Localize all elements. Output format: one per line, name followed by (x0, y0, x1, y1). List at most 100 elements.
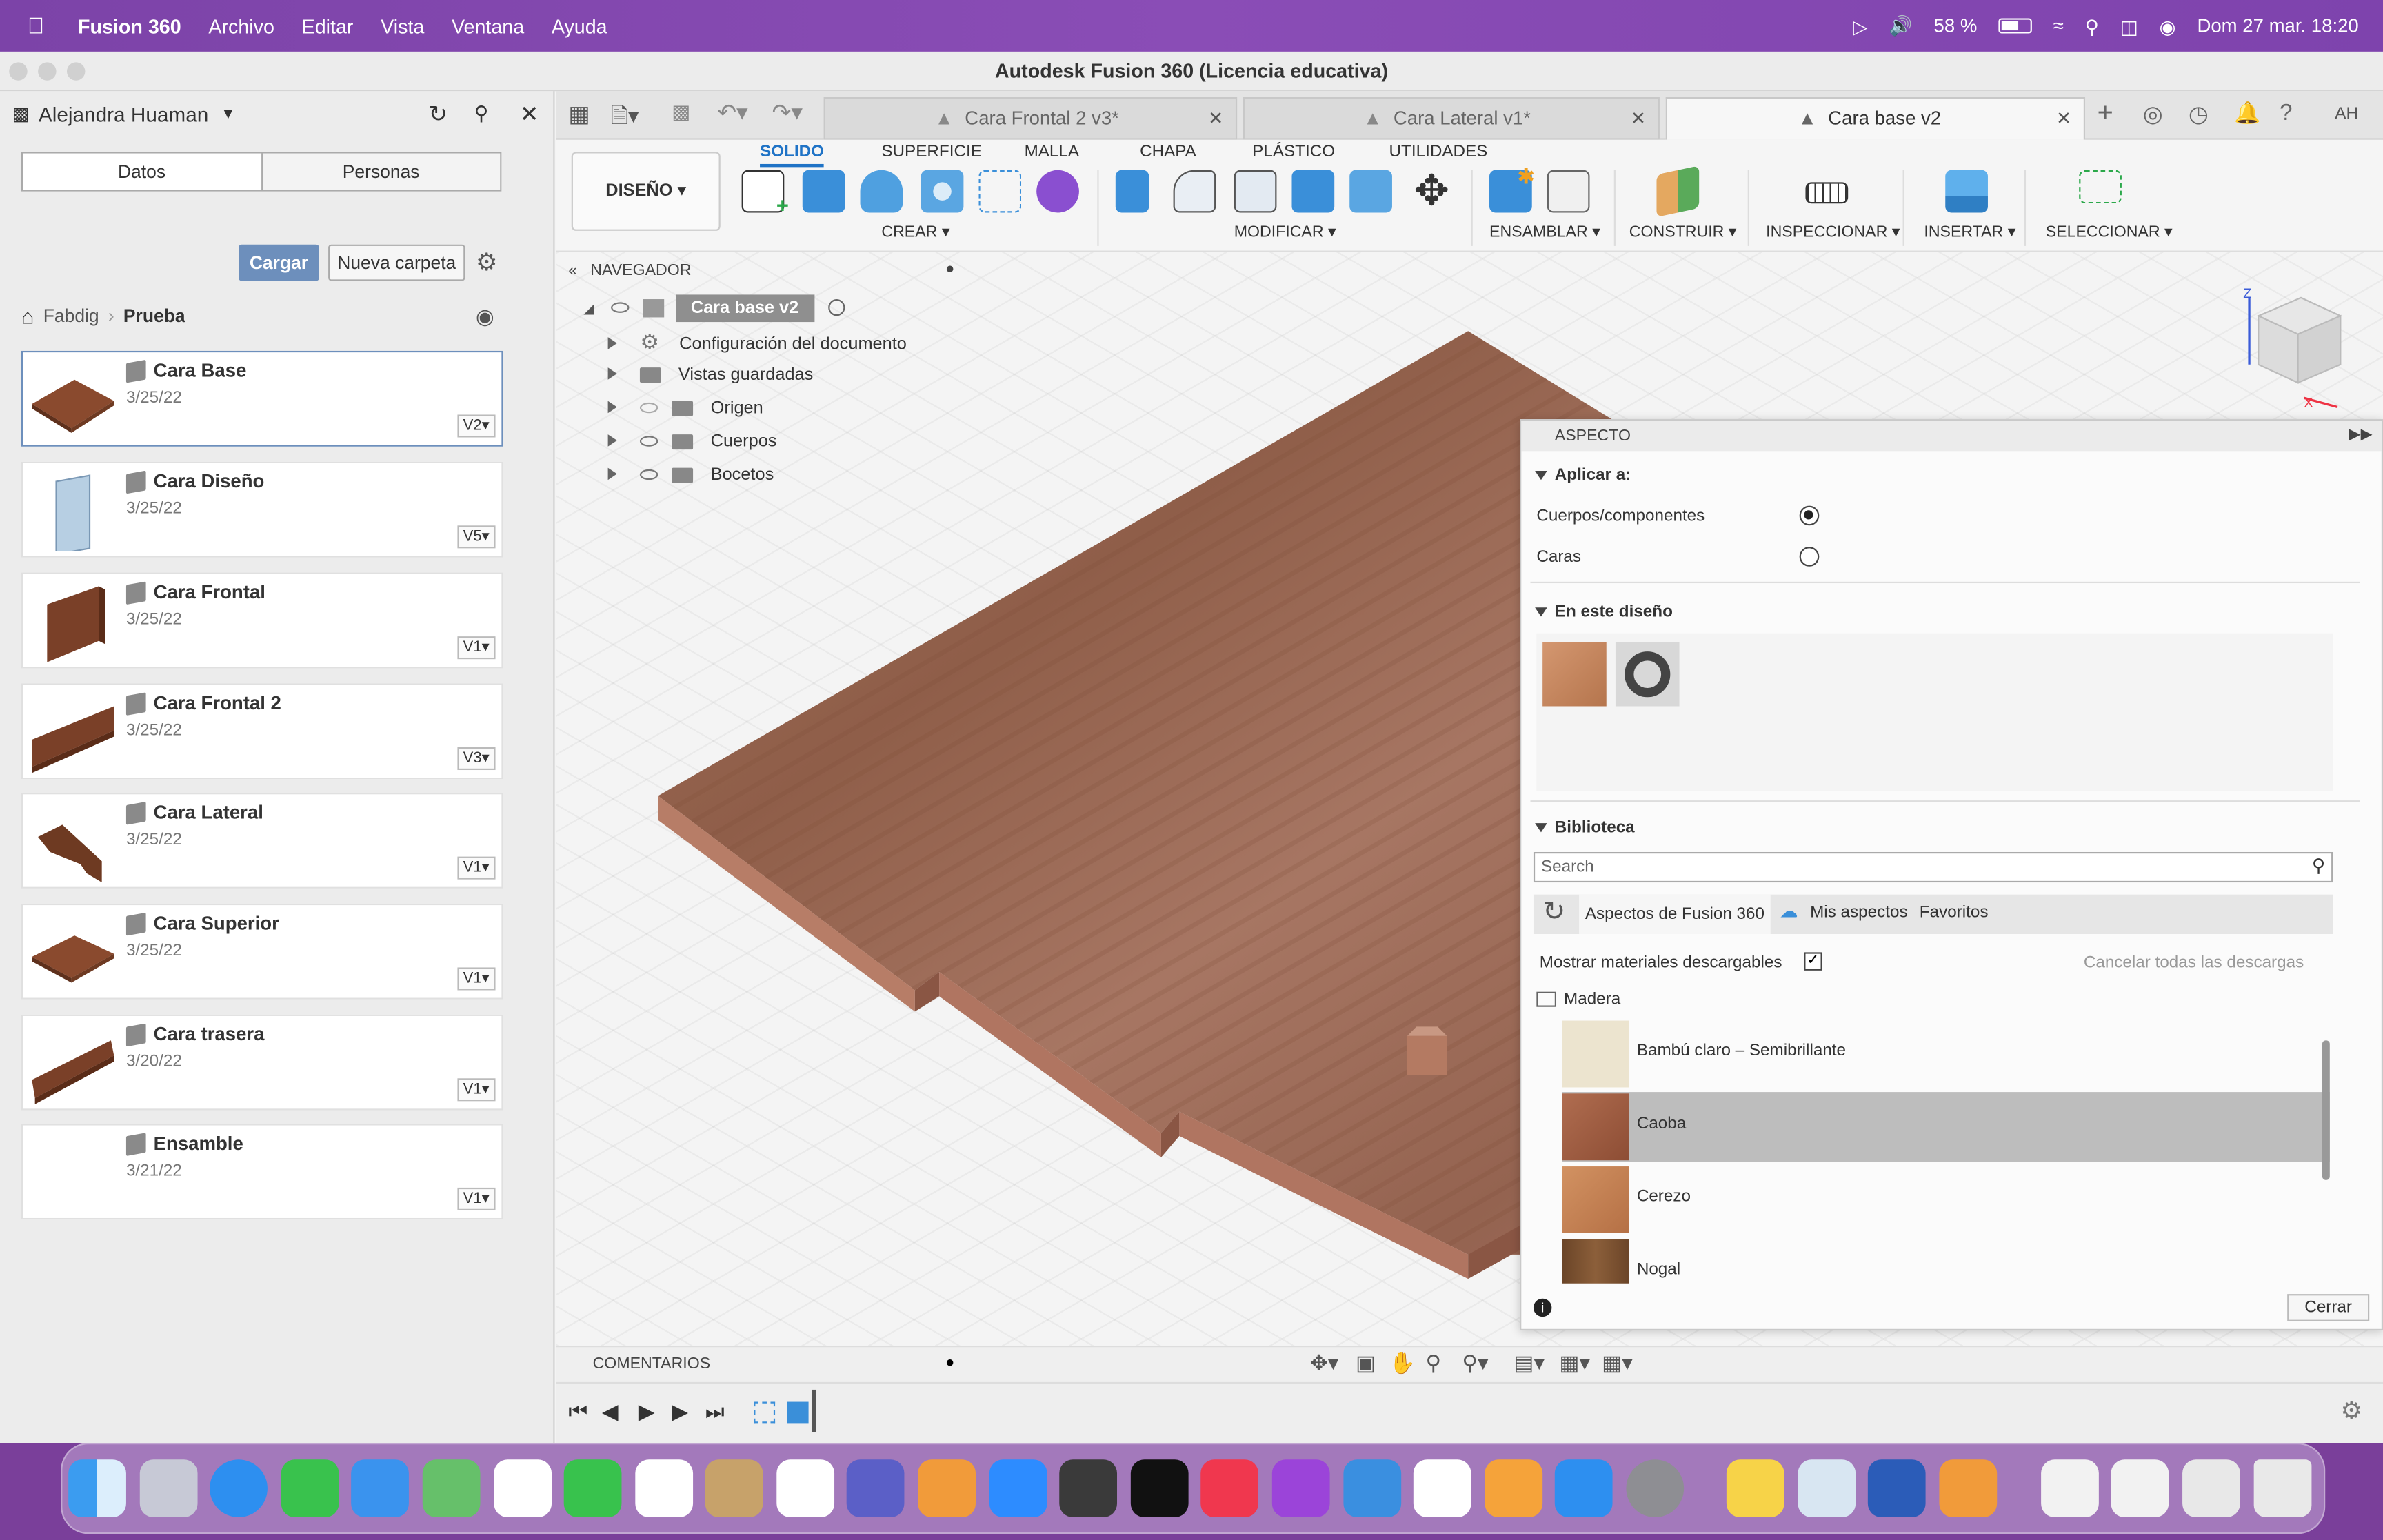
upload-button[interactable]: Cargar (239, 244, 319, 281)
close-tab-icon[interactable]: ✕ (1208, 99, 1223, 138)
chrome-swatch[interactable] (1615, 642, 1680, 707)
file-card[interactable]: Cara trasera 3/20/22 V1▾ (21, 1014, 503, 1111)
close-window-icon[interactable] (9, 62, 28, 81)
group-modificar[interactable]: MODIFICAR ▾ (1234, 223, 1336, 241)
show-downloadable-checkbox[interactable]: ✓ (1804, 952, 1822, 971)
app-store-icon[interactable] (1554, 1459, 1613, 1517)
photos-icon[interactable] (494, 1459, 552, 1517)
podcasts-icon[interactable] (1271, 1459, 1330, 1517)
joint-icon[interactable] (1547, 170, 1590, 213)
zoom-window-icon[interactable] (66, 62, 86, 81)
expand-down-icon[interactable]: ◢ (583, 301, 594, 316)
save-icon[interactable]: ▩ (672, 100, 690, 124)
settings-gear-icon[interactable]: ⚙ (476, 247, 498, 278)
press-pull-icon[interactable] (1115, 170, 1149, 213)
viewcube[interactable]: Z X (2243, 285, 2349, 410)
apple-icon[interactable]:  (28, 13, 45, 39)
display-settings-icon[interactable]: ▤▾ (1514, 1350, 1545, 1376)
expand-right-icon[interactable] (607, 467, 617, 480)
form-icon[interactable] (1036, 170, 1079, 213)
fillet-icon[interactable] (1173, 170, 1216, 213)
material-row[interactable]: Bambú claro – Semibrillante (1562, 1019, 2330, 1088)
hidden-eye-icon[interactable] (640, 403, 658, 414)
maps-icon[interactable] (422, 1459, 481, 1517)
doc-tab-active[interactable]: ▲ Cara base v2 ✕ (1665, 97, 2086, 140)
version-dropdown[interactable]: V1▾ (456, 856, 496, 880)
volume-icon[interactable]: 🔊 (1889, 14, 1912, 37)
last-frame-icon[interactable]: ⏭ (705, 1399, 725, 1424)
bodies-radio[interactable] (1799, 505, 1820, 526)
chamfer-icon[interactable] (1234, 170, 1277, 213)
fusion360-installer-icon[interactable] (1939, 1459, 1998, 1517)
launchpad-icon[interactable] (139, 1459, 198, 1517)
offset-plane-icon[interactable] (1656, 165, 1700, 218)
breadcrumb-project[interactable]: Fabdig (43, 305, 99, 327)
visibility-eye-icon[interactable] (640, 469, 658, 481)
grid-settings-icon[interactable]: ▦▾ (1559, 1350, 1590, 1376)
extensions-icon[interactable]: ◎ (2143, 100, 2163, 128)
expand-right-icon[interactable] (607, 401, 617, 414)
preview-icon[interactable] (1798, 1459, 1856, 1517)
doc-tab[interactable]: ▲ Cara Lateral v1* ✕ (1243, 97, 1660, 140)
tab-malla[interactable]: MALLA (1025, 143, 1080, 161)
fusion360-icon[interactable] (918, 1459, 976, 1517)
insert-image-icon[interactable] (1945, 170, 1988, 213)
apps-grid-icon[interactable]: ▦ (568, 100, 590, 128)
expand-right-icon[interactable] (607, 434, 617, 447)
look-at-icon[interactable]: ▣ (1356, 1350, 1376, 1376)
browser-row[interactable]: ⚙ Configuración del documento (607, 325, 907, 358)
lib-tab-fusion[interactable]: Aspectos de Fusion 360 (1579, 894, 1771, 934)
menu-archivo[interactable]: Archivo (208, 14, 274, 37)
tab-utilidades[interactable]: UTILIDADES (1389, 143, 1488, 161)
timeline-settings-icon[interactable]: ⚙ (2340, 1396, 2362, 1426)
user-avatar[interactable]: AH (2329, 99, 2365, 129)
measure-icon[interactable] (1805, 182, 1849, 204)
first-frame-icon[interactable]: ⏮ (568, 1399, 587, 1424)
reminders-icon[interactable] (776, 1459, 835, 1517)
material-row-selected[interactable]: Caoba (1562, 1092, 2330, 1162)
close-tab-icon[interactable]: ✕ (1631, 99, 1646, 138)
tab-superficie[interactable]: SUPERFICIE (881, 143, 982, 161)
file-card[interactable]: Cara Base 3/25/22 V2▾ (21, 350, 503, 447)
extrude-feature-icon[interactable] (787, 1401, 809, 1424)
file-card[interactable]: Cara Superior 3/25/22 V1▾ (21, 903, 503, 1000)
select-window-icon[interactable] (2079, 170, 2122, 204)
file-card[interactable]: Cara Frontal 2 3/25/22 V3▾ (21, 683, 503, 780)
help-icon[interactable]: ? (2280, 100, 2292, 125)
play-icon[interactable]: ▷ (1853, 14, 1867, 37)
tab-personas[interactable]: Personas (261, 153, 501, 190)
minimize-window-icon[interactable] (38, 62, 57, 81)
downloads-stack-icon[interactable] (2111, 1459, 2169, 1517)
menubar-datetime[interactable]: Dom 27 mar. 18:20 (2197, 15, 2358, 37)
trash-icon[interactable] (2253, 1459, 2312, 1517)
version-dropdown[interactable]: V1▾ (456, 967, 496, 991)
new-folder-button[interactable]: Nueva carpeta (328, 244, 465, 281)
refresh-icon[interactable]: ↻ (429, 100, 448, 128)
contacts-icon[interactable] (705, 1459, 763, 1517)
pages-icon[interactable] (1485, 1459, 1543, 1517)
docx-document-icon[interactable] (2041, 1459, 2099, 1517)
menu-editar[interactable]: Editar (302, 14, 354, 37)
notes-icon[interactable] (1726, 1459, 1784, 1517)
activate-radio-icon[interactable] (827, 300, 845, 317)
tab-chapa[interactable]: CHAPA (1140, 143, 1196, 161)
calendar-icon[interactable] (635, 1459, 694, 1517)
play-timeline-icon[interactable]: ▶ (639, 1399, 655, 1424)
shell-icon[interactable] (1291, 170, 1335, 213)
browser-root-row[interactable]: ◢ Cara base v2 (583, 292, 845, 325)
material-row[interactable]: Cerezo (1562, 1165, 2330, 1235)
version-dropdown[interactable]: V5▾ (456, 525, 496, 549)
music-icon[interactable] (1200, 1459, 1258, 1517)
file-menu-icon[interactable]: 🗎▾ (611, 100, 639, 136)
facetime-icon[interactable] (563, 1459, 622, 1517)
battery-icon[interactable] (1998, 18, 2032, 34)
job-status-icon[interactable]: ◷ (2189, 100, 2209, 128)
wifi-icon[interactable]: ≈ (2053, 15, 2064, 37)
new-tab-plus-icon[interactable]: + (2098, 97, 2113, 129)
next-frame-icon[interactable]: ▶ (672, 1399, 688, 1424)
materials-scrollbar[interactable] (2322, 1040, 2330, 1180)
menu-vista[interactable]: Vista (381, 14, 424, 37)
zoom-icon[interactable]: ⚲ (1425, 1350, 1441, 1376)
group-seleccionar[interactable]: SELECCIONAR ▾ (2046, 223, 2173, 241)
chevron-down-icon[interactable]: ▼ (221, 105, 236, 122)
